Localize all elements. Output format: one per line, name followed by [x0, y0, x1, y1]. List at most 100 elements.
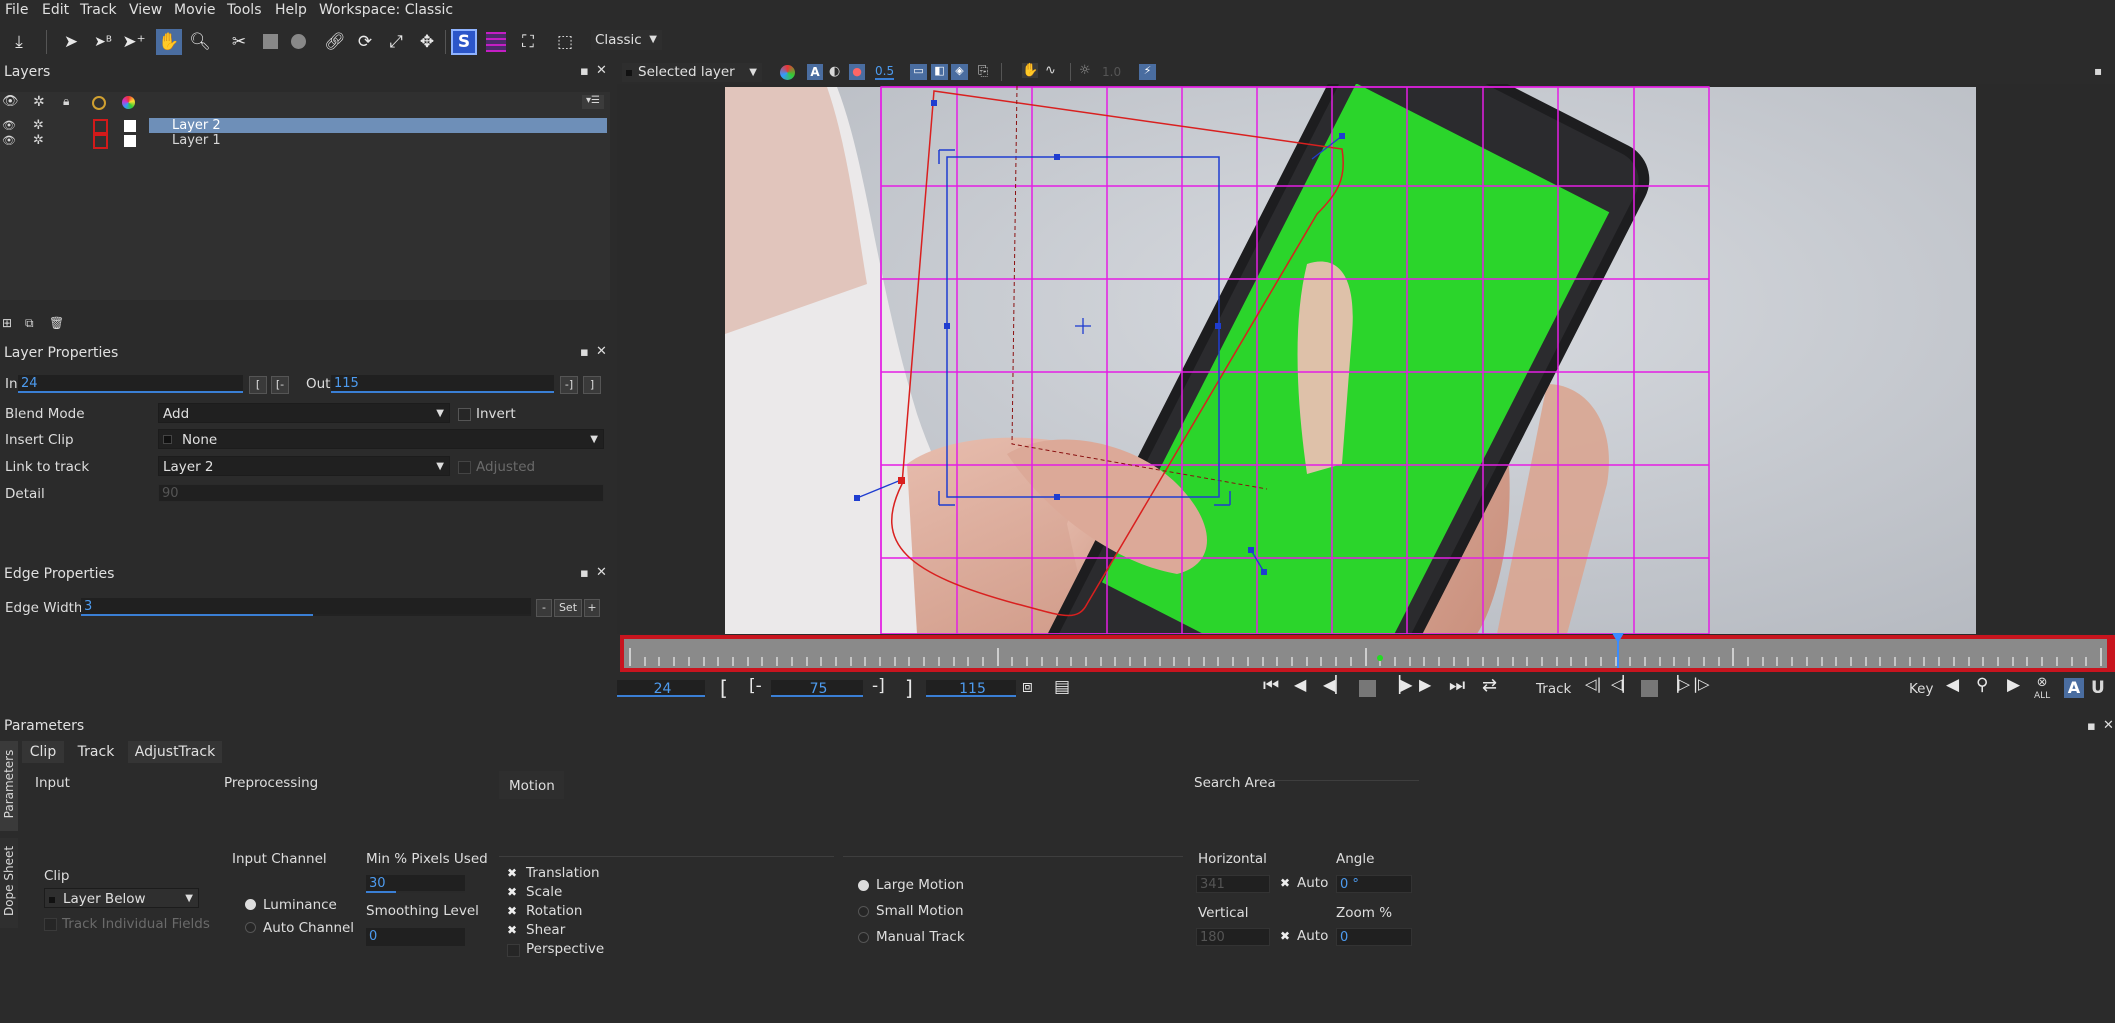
track-forward-icon[interactable]: |▷ — [1693, 675, 1710, 693]
menu-tools[interactable]: Tools — [227, 2, 262, 18]
link-to-track-select[interactable]: Layer 2 ▼ — [158, 456, 450, 476]
step-backward-icon[interactable]: ◀▏ — [1323, 675, 1348, 694]
manual-track-radio[interactable] — [858, 932, 869, 943]
tab-track[interactable]: Track — [70, 741, 122, 763]
new-layer-icon[interactable]: ⊞ — [2, 316, 12, 330]
set-out-point-button[interactable]: ] — [905, 676, 913, 700]
fit-view-icon[interactable]: ⛶ — [515, 29, 541, 55]
unlock-key-icon[interactable]: U — [2091, 678, 2105, 698]
float-panel-icon[interactable]: ▪ — [580, 566, 589, 581]
go-in-button[interactable]: [- — [271, 376, 289, 394]
play-forward-icon[interactable]: ▶ — [1419, 675, 1431, 694]
export-icon[interactable]: ⤓ — [6, 29, 32, 55]
menu-movie[interactable]: Movie — [174, 2, 215, 18]
menu-file[interactable]: File — [5, 2, 28, 18]
layer-visibility-icon[interactable]: 👁︎ — [2, 119, 16, 132]
luminance-radio[interactable] — [245, 899, 256, 910]
adjusted-checkbox[interactable] — [458, 461, 471, 474]
go-to-out-point-button[interactable]: -] — [872, 676, 885, 696]
lasso-icon[interactable]: ⟳ — [352, 29, 378, 55]
float-panel-icon[interactable]: ▪ — [580, 345, 589, 360]
increment-button[interactable]: + — [584, 599, 600, 617]
move-icon[interactable]: ✥ — [414, 29, 440, 55]
snapshot-icon[interactable]: ⎘ — [978, 64, 988, 79]
go-to-start-icon[interactable]: ⏮ — [1263, 675, 1279, 696]
view-layer-select[interactable]: Selected layer ▼ — [622, 63, 762, 82]
invert-checkbox[interactable] — [458, 408, 471, 421]
close-panel-icon[interactable]: ✕ — [596, 63, 607, 78]
shear-checkbox[interactable]: ✖ — [507, 923, 517, 937]
zoom-tool-icon[interactable]: 🔍︎ — [187, 29, 213, 55]
render-view-icon[interactable]: ◈ — [951, 64, 968, 80]
opacity-field[interactable]: 0.5 — [875, 64, 895, 80]
min-pixels-field[interactable]: 30 — [366, 875, 465, 893]
close-panel-icon[interactable]: ✕ — [596, 565, 607, 580]
hand-tool-icon[interactable]: ✋ — [156, 29, 182, 55]
spline-mode-icon[interactable]: S — [451, 29, 477, 55]
perspective-checkbox[interactable] — [507, 944, 520, 957]
tab-adjust-track[interactable]: AdjustTrack — [128, 741, 222, 763]
float-panel-icon[interactable]: ▪ — [580, 64, 589, 79]
hand-view-icon[interactable]: ✋ — [1022, 63, 1038, 78]
viewer-canvas[interactable] — [617, 84, 2115, 634]
current-frame-field[interactable]: 24 — [617, 680, 705, 697]
close-panel-icon[interactable]: ✕ — [596, 344, 607, 359]
timeline-bar[interactable] — [620, 633, 2115, 672]
go-to-in-point-button[interactable]: [- — [749, 676, 762, 696]
link-icon[interactable]: 🔗︎ — [322, 29, 348, 55]
overlay-toggle-icon[interactable]: ◐ — [829, 64, 840, 79]
layer-name[interactable]: Layer 2 — [172, 118, 221, 133]
autokey-icon[interactable]: A — [2064, 678, 2084, 698]
duplicate-layer-icon[interactable]: ⧉ — [25, 316, 34, 331]
small-motion-radio[interactable] — [858, 906, 869, 917]
exposure-field[interactable]: 1.0 — [1102, 65, 1121, 79]
layer-name[interactable]: Layer 1 — [172, 133, 221, 148]
detail-field[interactable]: 90 — [158, 484, 604, 502]
region-select-icon[interactable]: ⬚ — [552, 29, 578, 55]
menu-help[interactable]: Help — [275, 2, 307, 18]
layer-matte-swatch[interactable] — [124, 120, 136, 132]
end-frame-field[interactable]: 115 — [926, 680, 1016, 697]
zoom-field[interactable]: 0 — [1336, 928, 1412, 946]
close-panel-icon[interactable]: ✕ — [2103, 718, 2114, 733]
horizontal-auto-checkbox[interactable]: ✖ — [1280, 876, 1290, 890]
add-key-icon[interactable]: ⚲ — [1976, 675, 1988, 695]
track-step-backward-icon[interactable]: ◁▏ — [1611, 675, 1634, 693]
layers-menu-icon[interactable]: ▾☰ — [582, 95, 604, 109]
menu-edit[interactable]: Edit — [42, 2, 69, 18]
step-forward-icon[interactable]: ▕▶ — [1388, 675, 1413, 694]
exposure-icon[interactable]: ☼ — [1079, 63, 1091, 78]
add-point-tool-icon[interactable]: ➤⁺ — [121, 29, 147, 55]
keyframe-marker[interactable] — [1377, 655, 1383, 661]
go-out-button[interactable]: -] — [560, 376, 578, 394]
alpha-channel-icon[interactable]: A — [807, 64, 823, 80]
track-step-forward-icon[interactable]: ▕▷ — [1667, 675, 1690, 693]
tab-clip[interactable]: Clip — [22, 741, 64, 763]
delete-layer-icon[interactable]: 🗑︎ — [49, 316, 64, 330]
insert-clip-select[interactable]: None ▼ — [158, 429, 604, 449]
side-tab-parameters[interactable]: Parameters — [0, 741, 18, 831]
float-panel-icon[interactable]: ▪ — [2094, 64, 2102, 78]
layer-settings-icon[interactable]: ✲ — [33, 133, 44, 148]
curve-view-icon[interactable]: ∿ — [1045, 63, 1056, 78]
rectangle-tool-icon[interactable] — [257, 29, 283, 55]
stop-icon[interactable] — [1359, 680, 1376, 697]
loop-icon[interactable]: ⇄ — [1482, 675, 1497, 696]
select-tool-icon[interactable]: ➤ — [58, 29, 84, 55]
horizontal-field[interactable]: 341 — [1196, 875, 1270, 893]
layer-settings-icon[interactable]: ✲ — [33, 118, 44, 133]
set-in-button[interactable]: [ — [249, 376, 267, 394]
vertical-auto-checkbox[interactable]: ✖ — [1280, 929, 1290, 943]
decrement-button[interactable]: - — [536, 599, 552, 617]
angle-field[interactable]: 0 ° — [1336, 875, 1412, 893]
side-tab-dope-sheet[interactable]: Dope Sheet — [0, 838, 18, 928]
float-panel-icon[interactable]: ▪ — [2087, 719, 2096, 734]
layer-view-icon[interactable]: ◧ — [931, 64, 948, 80]
matte-overlay-icon[interactable]: ● — [849, 64, 865, 80]
go-to-end-icon[interactable]: ⏭ — [1449, 675, 1465, 696]
set-out-button[interactable]: ] — [583, 376, 601, 394]
monitor-view-icon[interactable]: ▭ — [910, 64, 927, 80]
set-in-point-button[interactable]: [ — [720, 676, 728, 700]
layer-visibility-icon[interactable]: 👁︎ — [2, 134, 16, 147]
edge-width-field[interactable]: 3 — [81, 598, 531, 616]
